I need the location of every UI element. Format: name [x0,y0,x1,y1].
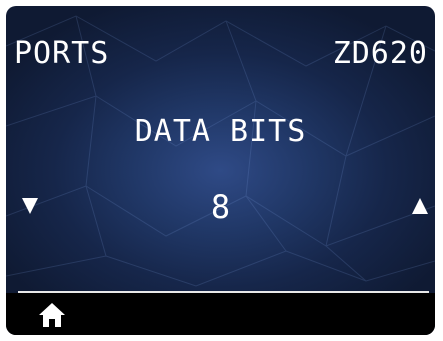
bottom-bar [6,293,435,335]
divider [18,291,429,293]
printer-display: PORTS ZD620 DATA BITS 8 [6,6,435,335]
menu-title: PORTS [14,36,110,71]
up-triangle-icon[interactable] [412,198,428,214]
setting-value: 8 [210,188,231,226]
home-icon[interactable] [38,301,66,329]
setting-label: DATA BITS [134,114,307,149]
printer-model: ZD620 [332,36,428,71]
